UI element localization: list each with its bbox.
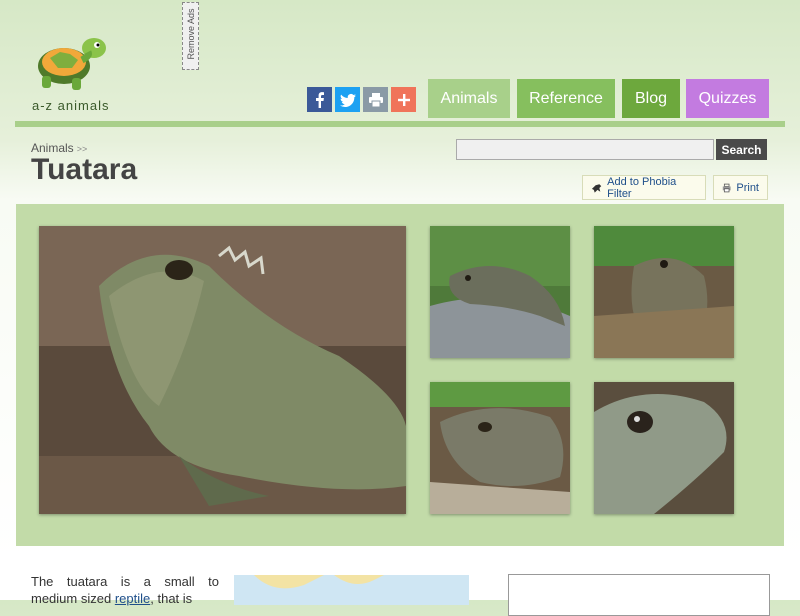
search-button[interactable]: Search [716,139,767,160]
tuatara-photo-5[interactable] [594,382,734,514]
tuatara-photo-3[interactable] [594,226,734,358]
tuatara-photo-2[interactable] [430,226,570,358]
map-image [254,575,384,589]
print-icon [368,92,383,107]
range-map [234,575,469,605]
printer-icon [722,183,731,192]
site-logo[interactable] [30,34,110,92]
tuatara-thumb-2-image [430,226,570,358]
page-title: Tuatara [31,153,138,186]
reptile-link[interactable]: reptile [115,591,150,606]
plus-icon [397,93,410,106]
tuatara-main-image [39,226,406,514]
print-share-button[interactable] [363,87,388,112]
phobia-filter-label: Add to Phobia Filter [607,175,677,200]
twitter-icon [339,93,356,107]
facebook-icon [315,91,324,108]
tuatara-thumb-4-image [430,382,570,514]
more-share-button[interactable] [391,87,416,112]
sidebar-box [508,574,770,616]
photo-gallery [16,204,784,546]
remove-ads-link[interactable]: Remove Ads [182,2,199,70]
print-button[interactable]: Print [713,175,768,200]
intro-paragraph: The tuatara is a small to medium sized r… [31,573,219,607]
nav-blog[interactable]: Blog [622,79,680,118]
header-divider [15,121,785,127]
facebook-share-button[interactable] [307,87,332,112]
search-input[interactable] [456,139,714,160]
logo-text: a-z animals [32,98,110,113]
intro-text-continued: , that is [150,591,193,606]
nav-reference[interactable]: Reference [517,79,615,118]
tuatara-main-photo[interactable] [39,226,406,514]
tuatara-photo-4[interactable] [430,382,570,514]
twitter-share-button[interactable] [335,87,360,112]
nav-quizzes[interactable]: Quizzes [686,79,769,118]
nav-animals[interactable]: Animals [428,79,510,118]
phobia-filter-button[interactable]: Add to Phobia Filter [582,175,706,200]
tuatara-thumb-5-image [594,382,734,514]
turtle-logo-icon [38,38,106,90]
remove-ads-label: Remove Ads [186,8,196,60]
lizard-icon [591,183,602,193]
tuatara-thumb-3-image [594,226,734,358]
print-label: Print [736,181,759,194]
